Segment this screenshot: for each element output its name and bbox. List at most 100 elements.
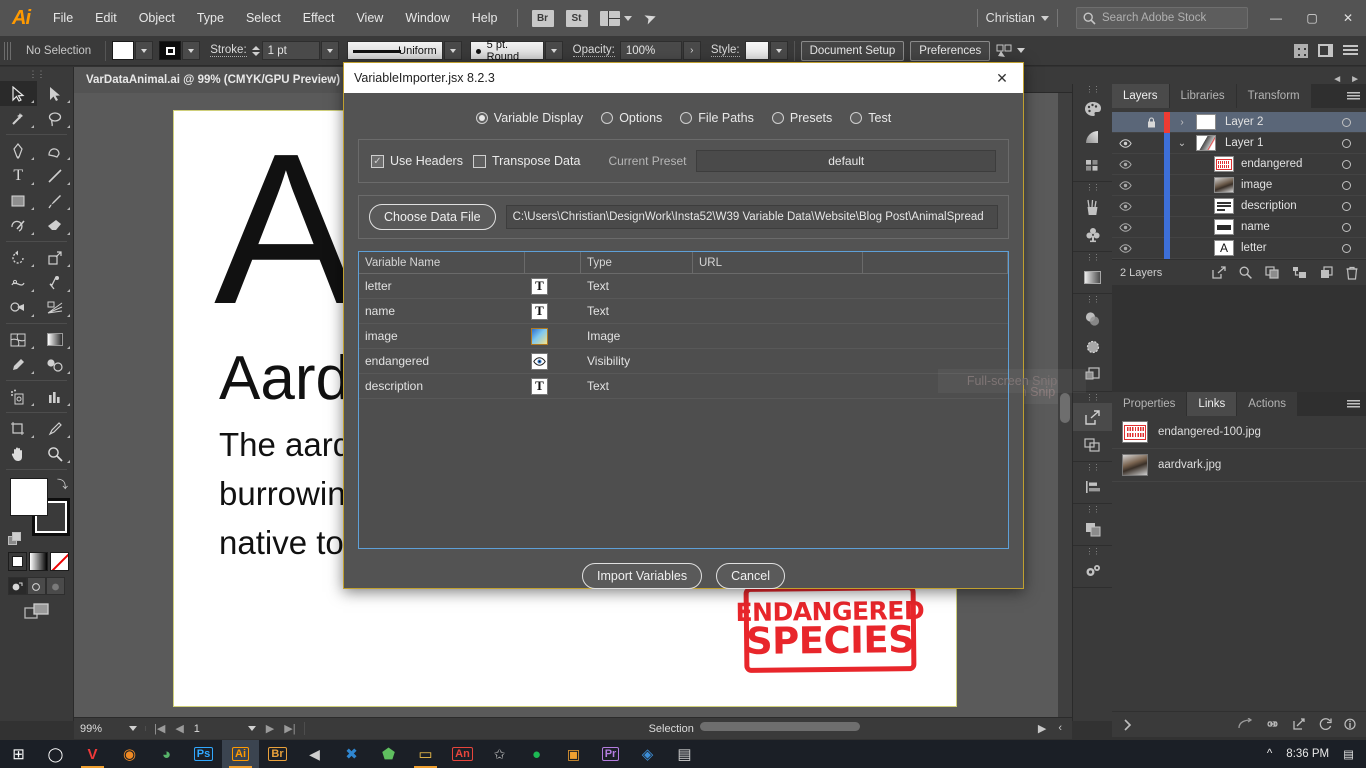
taskbar-spotify-button[interactable]: ● xyxy=(518,740,555,768)
export-panel-icon[interactable] xyxy=(1073,403,1112,431)
dialog-title-bar[interactable]: VariableImporter.jsx 8.2.3 ✕ xyxy=(344,63,1023,93)
dock-grip-8[interactable]: ⋮⋮ xyxy=(1073,546,1112,557)
mesh-tool[interactable] xyxy=(0,327,37,352)
transparency-panel-icon[interactable] xyxy=(1073,305,1112,333)
tab-libraries[interactable]: Libraries xyxy=(1169,84,1237,108)
tab-links[interactable]: Links xyxy=(1187,392,1238,416)
notifications-icon[interactable]: ▤ xyxy=(1343,747,1354,761)
links-panel-menu-icon[interactable] xyxy=(1340,392,1366,416)
visibility-toggle[interactable] xyxy=(1112,138,1138,148)
layer-row-name[interactable]: name xyxy=(1112,216,1366,238)
gradient-tool[interactable] xyxy=(37,327,74,352)
taskbar-dropbox-button[interactable]: ◈ xyxy=(629,740,666,768)
layer-row-letter[interactable]: A letter xyxy=(1112,237,1366,259)
import-variables-button[interactable]: Import Variables xyxy=(581,563,703,589)
stroke-weight-stepper[interactable] xyxy=(251,45,260,56)
taskbar-explorer-button[interactable]: ▭ xyxy=(407,740,444,768)
taskbar-notepad-button[interactable]: ▤ xyxy=(666,740,703,768)
symbol-sprayer-tool[interactable] xyxy=(0,384,37,409)
swap-fill-stroke-icon[interactable]: ⤵ xyxy=(57,476,69,491)
layer-row-layer-2[interactable]: › Layer 2 xyxy=(1112,111,1366,133)
maximize-button[interactable]: ▢ xyxy=(1294,0,1330,36)
status-menu-arrow-icon[interactable]: ▶ xyxy=(1038,722,1046,735)
layer-row-layer-1[interactable]: ⌄ Layer 1 xyxy=(1112,132,1366,154)
taskbar-instagram-button[interactable]: ▣ xyxy=(555,740,592,768)
relink-icon[interactable] xyxy=(1238,718,1253,731)
taskbar-animate-button[interactable]: An xyxy=(444,740,481,768)
layer-row-endangered[interactable]: endangered xyxy=(1112,153,1366,175)
opacity-label[interactable]: Opacity: xyxy=(572,44,615,57)
rectangle-tool[interactable] xyxy=(0,188,37,213)
taskbar-affinity-button[interactable]: ◀ xyxy=(296,740,333,768)
hamburger-icon[interactable] xyxy=(1343,45,1358,56)
menu-select[interactable]: Select xyxy=(235,0,292,36)
rocket-icon[interactable]: ➤ xyxy=(641,7,659,28)
transpose-data-checkbox[interactable]: Transpose Data xyxy=(472,154,580,168)
make-clipping-mask-icon[interactable] xyxy=(1265,266,1279,279)
stroke-weight-field[interactable]: 1 pt xyxy=(261,41,320,60)
user-chevron-down-icon[interactable] xyxy=(1041,15,1049,21)
menu-type[interactable]: Type xyxy=(186,0,235,36)
direct-selection-tool[interactable] xyxy=(37,81,74,106)
clock[interactable]: 8:36 PM xyxy=(1286,748,1329,760)
status-collapse-arrow-icon[interactable]: ‹ xyxy=(1058,722,1062,735)
artboard-dropdown-icon[interactable] xyxy=(247,726,256,731)
horizontal-scrollbar-thumb[interactable] xyxy=(700,722,860,731)
stroke-profile-dropdown[interactable] xyxy=(443,41,462,60)
gradient-panel-icon[interactable] xyxy=(1073,263,1112,291)
fill-swatch[interactable] xyxy=(112,41,135,60)
magic-wand-tool[interactable] xyxy=(0,106,37,131)
layer-row-description[interactable]: description xyxy=(1112,195,1366,217)
visibility-toggle[interactable] xyxy=(1112,243,1138,253)
eraser-tool[interactable] xyxy=(37,213,74,238)
radio-file-paths[interactable]: File Paths xyxy=(680,111,754,125)
layer-row-image[interactable]: image xyxy=(1112,174,1366,196)
visibility-toggle[interactable] xyxy=(1112,180,1138,190)
preferences-button[interactable]: Preferences xyxy=(910,40,991,61)
appearance-panel-icon[interactable] xyxy=(1073,333,1112,361)
align-grid-icon[interactable] xyxy=(1294,43,1308,58)
perspective-grid-tool[interactable] xyxy=(37,295,74,320)
taskbar-vscode-button[interactable]: ✖ xyxy=(333,740,370,768)
zoom-dropdown[interactable] xyxy=(120,726,146,731)
column-icon[interactable] xyxy=(525,252,581,273)
expand-toggle[interactable]: › xyxy=(1170,117,1194,128)
layer-name[interactable]: endangered xyxy=(1234,158,1326,170)
brush-definition-select[interactable]: 5 pt. Round xyxy=(469,39,544,63)
table-row[interactable]: letter T Text xyxy=(359,274,1008,299)
taskbar-vivaldi-button[interactable]: V xyxy=(74,740,111,768)
visibility-toggle[interactable] xyxy=(1112,201,1138,211)
curvature-tool[interactable] xyxy=(37,138,74,163)
column-url[interactable]: URL xyxy=(693,252,863,273)
stroke-weight-dropdown[interactable] xyxy=(320,41,339,60)
last-artboard-icon[interactable]: ▶| xyxy=(284,722,295,735)
chevron-right-icon[interactable] xyxy=(1122,718,1134,731)
edit-original-icon[interactable] xyxy=(1318,718,1332,731)
layer-target-button[interactable] xyxy=(1326,117,1366,127)
layer-name[interactable]: Layer 2 xyxy=(1218,116,1326,128)
visibility-toggle[interactable] xyxy=(1112,222,1138,232)
variables-table[interactable]: Variable Name Type URL letter T Text nam… xyxy=(358,251,1009,549)
layer-target-button[interactable] xyxy=(1326,159,1366,169)
locate-object-icon[interactable] xyxy=(1239,266,1252,279)
symbols-panel-icon[interactable] xyxy=(1073,221,1112,249)
link-row-endangered[interactable]: endangered-100.jpg xyxy=(1112,416,1366,449)
brush-dropdown[interactable] xyxy=(544,41,563,60)
dock-grip-4[interactable]: ⋮⋮ xyxy=(1073,294,1112,305)
data-file-path-field[interactable]: C:\Users\Christian\DesignWork\Insta52\W3… xyxy=(505,205,998,229)
choose-data-file-button[interactable]: Choose Data File xyxy=(369,204,496,230)
fill-dropdown[interactable] xyxy=(135,41,154,60)
graphic-styles-panel-icon[interactable] xyxy=(1073,361,1112,389)
taskbar-cortana-button[interactable]: ◯ xyxy=(37,740,74,768)
close-button[interactable]: ✕ xyxy=(1330,0,1366,36)
column-variable-name[interactable]: Variable Name xyxy=(359,252,525,273)
link-info-icon[interactable] xyxy=(1344,718,1356,731)
taskbar-premiere-button[interactable]: Pr xyxy=(592,740,629,768)
stroke-dropdown[interactable] xyxy=(182,41,201,60)
taskbar-firefox-button[interactable]: ◉ xyxy=(111,740,148,768)
lock-icon[interactable] xyxy=(1138,116,1164,128)
column-extra[interactable] xyxy=(863,252,1008,273)
table-row[interactable]: name T Text xyxy=(359,299,1008,324)
draw-normal-button[interactable] xyxy=(8,577,27,595)
opacity-field[interactable]: 100% xyxy=(619,41,682,60)
